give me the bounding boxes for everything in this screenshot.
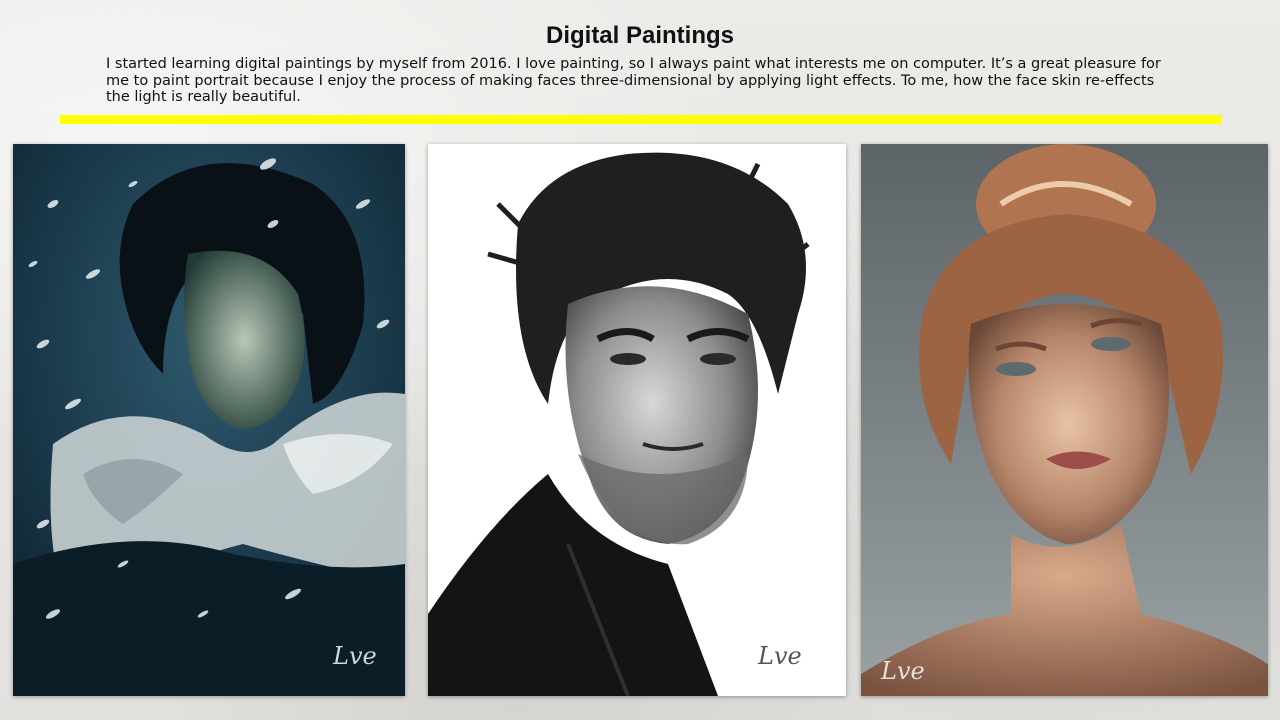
description-text: I started learning digital paintings by …: [106, 56, 1161, 105]
painting-3-warm-portrait: Lve: [861, 144, 1268, 696]
painting-1-snow-portrait: Lve: [13, 144, 405, 696]
signature-3: Lve: [880, 657, 925, 685]
signature-1: Lve: [332, 642, 377, 670]
yellow-divider: [60, 115, 1222, 124]
page-title: Digital Paintings: [545, 22, 734, 49]
painting-2-monochrome-portrait: Lve: [428, 144, 846, 696]
signature-2: Lve: [757, 642, 802, 670]
